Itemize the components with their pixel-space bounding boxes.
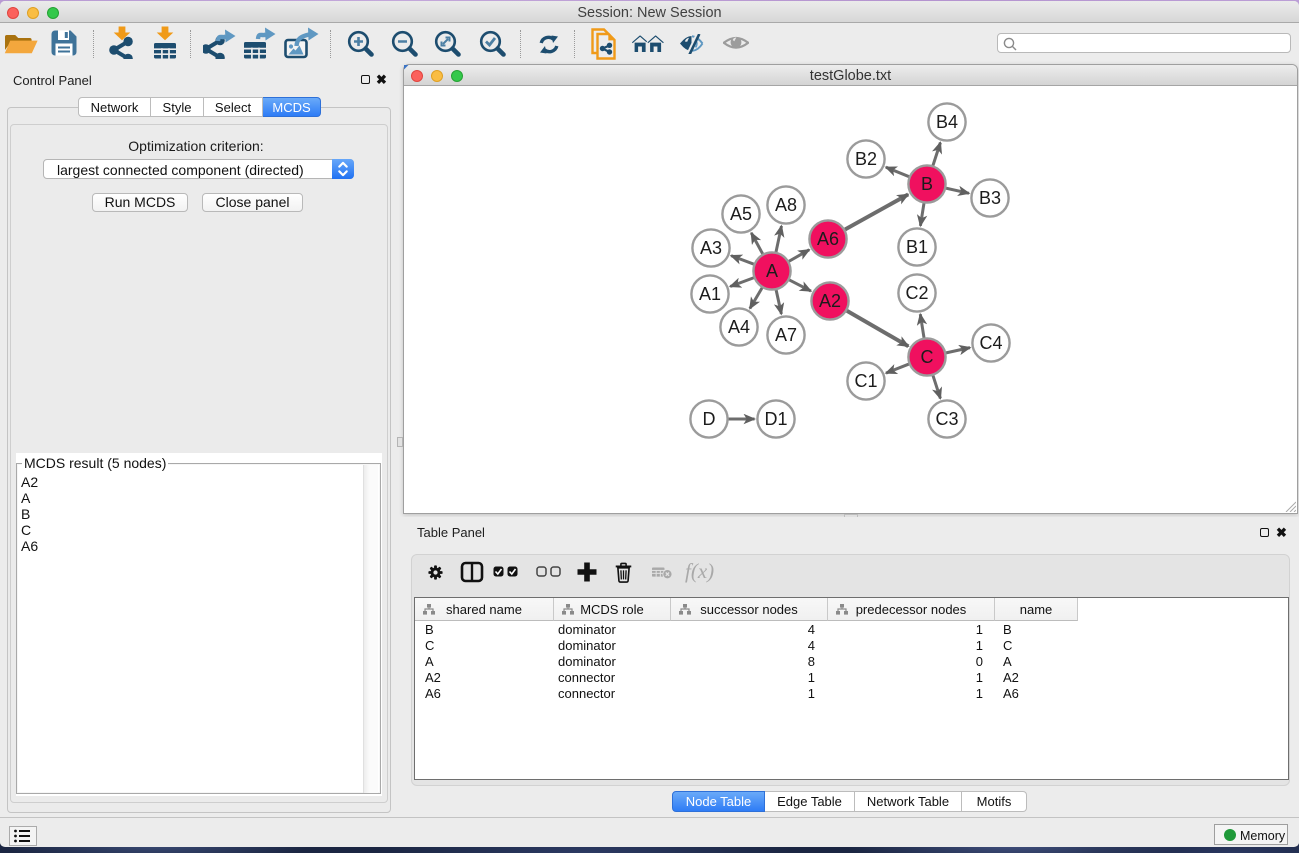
svg-text:B: B [921,174,933,194]
svg-text:B3: B3 [979,188,1001,208]
svg-text:A: A [766,261,778,281]
svg-text:A3: A3 [700,238,722,258]
svg-text:C2: C2 [905,283,928,303]
svg-text:A6: A6 [817,229,839,249]
svg-text:A8: A8 [775,195,797,215]
svg-text:B2: B2 [855,149,877,169]
svg-text:C: C [921,347,934,367]
svg-text:C3: C3 [935,409,958,429]
svg-text:B4: B4 [936,112,958,132]
svg-text:A4: A4 [728,317,750,337]
svg-text:C4: C4 [979,333,1002,353]
svg-text:C1: C1 [854,371,877,391]
svg-text:D: D [703,409,716,429]
svg-text:A1: A1 [699,284,721,304]
svg-text:A5: A5 [730,204,752,224]
svg-text:A2: A2 [819,291,841,311]
svg-text:D1: D1 [764,409,787,429]
svg-text:A7: A7 [775,325,797,345]
svg-text:B1: B1 [906,237,928,257]
